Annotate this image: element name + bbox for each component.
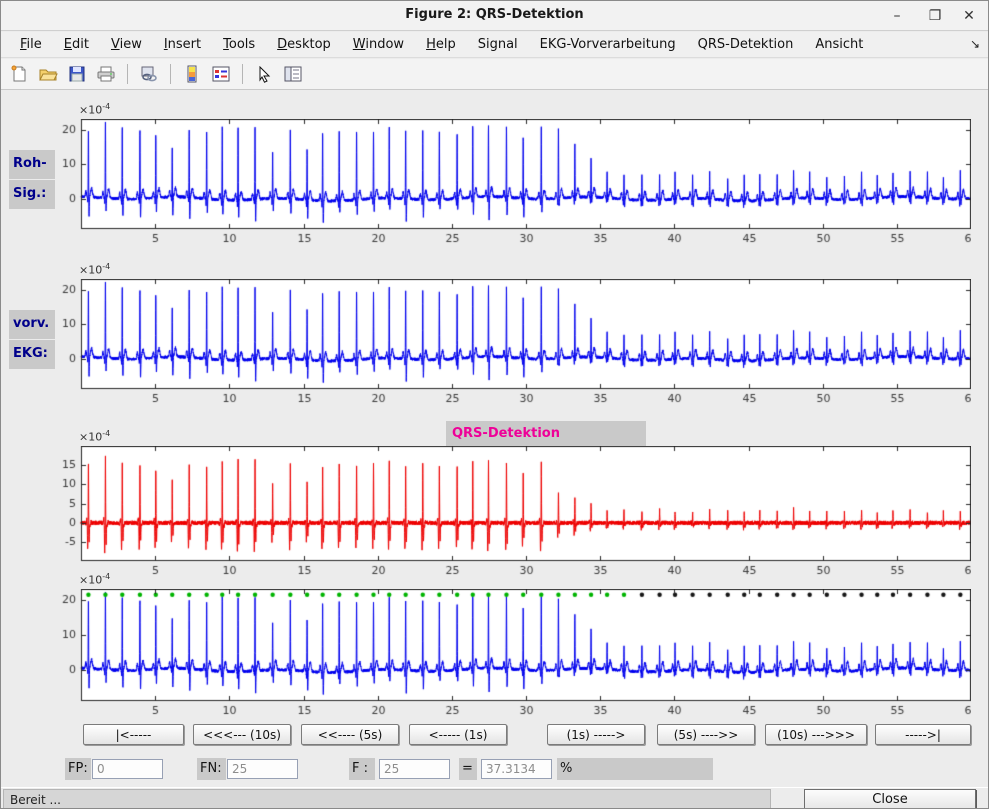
- save-figure-icon[interactable]: [67, 64, 87, 84]
- forward-5s-button[interactable]: (5s) ---->>: [657, 724, 755, 745]
- menu-item-insert[interactable]: Insert: [153, 34, 212, 55]
- menu-item-edit[interactable]: Edit: [53, 34, 100, 55]
- equals-label: =: [459, 758, 477, 780]
- raw-ecg-plot: [47, 119, 971, 253]
- y-exponent-label: ×10-4: [79, 262, 110, 277]
- detected-beats-plot: [47, 589, 971, 725]
- open-file-icon[interactable]: [38, 64, 58, 84]
- result-input[interactable]: [481, 759, 552, 779]
- percent-label: %: [557, 758, 713, 780]
- menu-item-view[interactable]: View: [100, 34, 153, 55]
- toolbar-separator: [170, 64, 171, 84]
- menu-item-tools[interactable]: Tools: [212, 34, 266, 55]
- menu-overflow-icon[interactable]: ↘: [970, 37, 980, 51]
- plot-tools-icon[interactable]: [283, 64, 303, 84]
- status-bar: Bereit ... Close: [1, 787, 989, 809]
- menu-item-file[interactable]: File: [9, 34, 53, 55]
- insert-colorbar-icon[interactable]: [182, 64, 202, 84]
- window-title: Figure 2: QRS-Detektion: [1, 7, 988, 22]
- preprocessed-ecg-plot: [47, 279, 971, 413]
- menu-item-desktop[interactable]: Desktop: [266, 34, 342, 55]
- insert-legend-icon[interactable]: [211, 64, 231, 84]
- fp-label: FP:: [65, 758, 91, 780]
- qrs-plot-title: QRS-Detektion: [446, 421, 646, 441]
- toolbar: [1, 59, 988, 90]
- back-5s-button[interactable]: <<---- (5s): [301, 724, 399, 745]
- fp-input[interactable]: [92, 759, 163, 779]
- menu-item-window[interactable]: Window: [342, 34, 415, 55]
- back-1s-button[interactable]: <----- (1s): [409, 724, 507, 745]
- forward-10s-button[interactable]: (10s) --->>>: [765, 724, 867, 745]
- menu-item-signal[interactable]: Signal: [467, 34, 529, 55]
- edit-plot-icon[interactable]: [254, 64, 274, 84]
- qrs-plot-title-box: QRS-Detektion: [446, 421, 646, 449]
- menu-bar: FileEditViewInsertToolsDesktopWindowHelp…: [1, 32, 988, 58]
- figure-window: Figure 2: QRS-Detektion – ❐ ✕ FileEditVi…: [0, 0, 989, 809]
- jump-start-button[interactable]: |<-----: [83, 724, 184, 745]
- fn-input[interactable]: [227, 759, 298, 779]
- toolbar-separator: [127, 64, 128, 84]
- menu-item-qrs-detektion[interactable]: QRS-Detektion: [687, 34, 805, 55]
- y-exponent-label: ×10-4: [79, 102, 110, 117]
- close-button[interactable]: Close: [804, 789, 976, 809]
- new-figure-icon[interactable]: [9, 64, 29, 84]
- toolbar-separator: [242, 64, 243, 84]
- fn-label: FN:: [197, 758, 226, 780]
- f-label: F :: [349, 758, 375, 780]
- y-exponent-label: ×10-4: [79, 429, 110, 444]
- link-plot-icon[interactable]: [139, 64, 159, 84]
- qrs-detection-plot: [47, 446, 971, 585]
- menu-item-ekg-vorverarbeitung[interactable]: EKG-Vorverarbeitung: [529, 34, 687, 55]
- back-10s-button[interactable]: <<<--- (10s): [193, 724, 291, 745]
- title-bar: Figure 2: QRS-Detektion – ❐ ✕: [1, 1, 988, 31]
- maximize-icon[interactable]: ❐: [922, 5, 948, 27]
- figure-canvas-area: ×10-4 ×10-4 ×10-4 ×10-4 Roh- Sig.: vorv.…: [1, 90, 989, 721]
- menu-item-help[interactable]: Help: [415, 34, 467, 55]
- menu-item-ansicht[interactable]: Ansicht: [804, 34, 874, 55]
- status-text: Bereit ...: [3, 789, 771, 809]
- close-icon[interactable]: ✕: [956, 5, 982, 27]
- minimize-icon[interactable]: –: [884, 5, 910, 27]
- forward-1s-button[interactable]: (1s) ----->: [547, 724, 645, 745]
- jump-end-button[interactable]: ----->|: [875, 724, 971, 745]
- print-figure-icon[interactable]: [96, 64, 116, 84]
- f-input[interactable]: [379, 759, 450, 779]
